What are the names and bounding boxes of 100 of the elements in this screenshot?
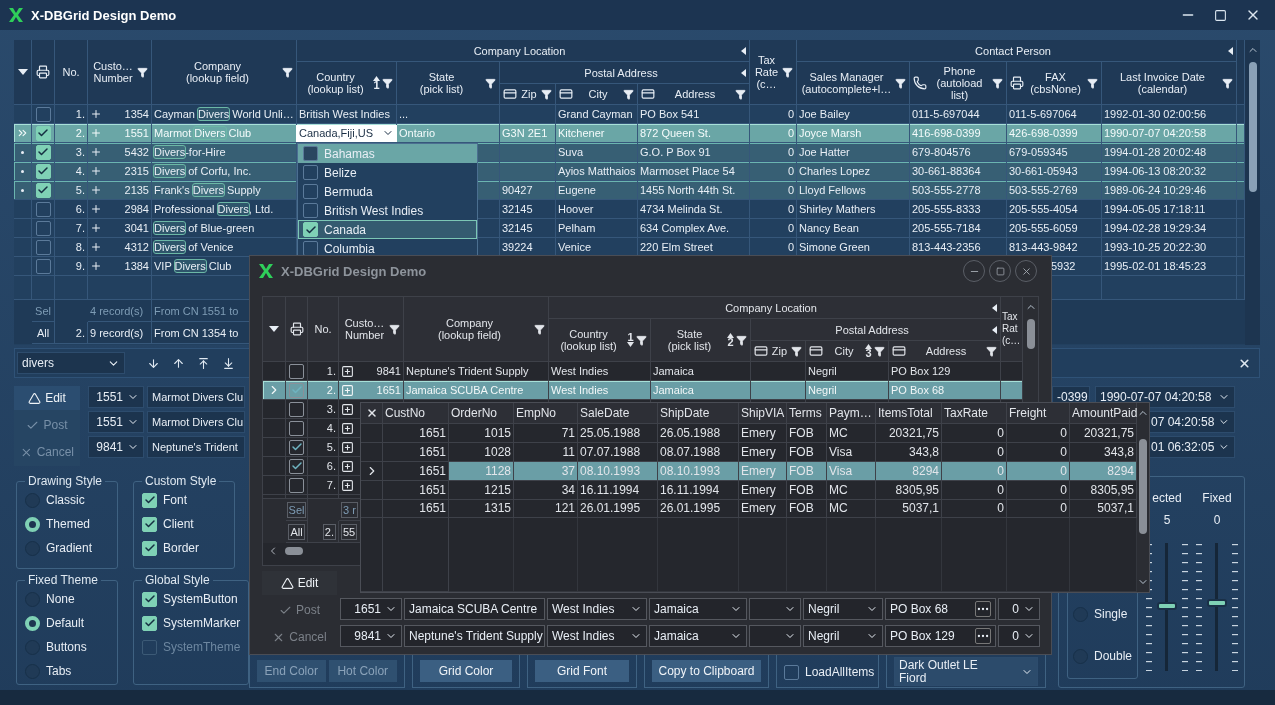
table-cell: 1994-06-13 08:20:32 [1104,165,1207,177]
table-cell: 0 [787,241,794,253]
footer-cell: 55 [341,523,358,540]
table-cell: 16.11.1994 [660,482,720,497]
table-cell: Frank's Divers Supply [154,184,261,196]
footer-label: All [36,326,50,339]
item-label: Belize [324,165,357,180]
table-cell: 0 [787,127,794,139]
table-cell: 8305,95 [895,482,939,497]
table-cell: 1354 [124,108,149,120]
option-label: Client [163,517,194,531]
table-cell: 3041 [124,222,149,234]
table-cell: 1993-10-25 20:22:30 [1104,241,1207,253]
table-cell: 08.10.1993 [660,463,721,478]
table-cell: 32145 [502,222,533,234]
table-cell: Professional Divers, Ltd. [154,203,274,215]
table-cell: 0 [787,203,794,215]
group-title: Global Style [144,573,211,587]
table-cell: 0 [997,463,1004,478]
table-cell: Divers-for-Hire [154,146,226,158]
footer-label: All [288,523,305,540]
option-label: Buttons [46,640,87,654]
table-cell: 0 [997,501,1004,516]
table-cell: 343,8 [1103,444,1134,459]
table-cell: MC [829,425,848,440]
table-cell: 39224 [502,241,533,253]
group-title: Custom Style [144,474,218,488]
table-cell: 1. [75,108,85,120]
table-cell: Divers of Corfu, Inc. [154,165,252,177]
option-label: Double [1094,649,1133,663]
item-label: Canada [324,222,367,237]
table-cell: 0 [1060,444,1067,459]
table-cell: 205-555-6059 [1009,222,1078,234]
table-cell: MC [829,501,848,516]
table-cell: MC [829,482,848,497]
table-cell: FOB [789,425,814,440]
table-cell: 416-698-0399 [912,127,981,139]
table-cell: 205-555-7184 [912,222,981,234]
option-label: Font [163,493,187,507]
table-cell: Divers of Blue-green [154,222,255,234]
table-cell: Pelham [558,222,596,234]
table-cell: 1995-02-01 18:45:23 [1104,260,1207,272]
table-cell: Nancy Bean [799,222,859,234]
column-group-label: Contact Person [974,44,1052,57]
table-cell: FOB [789,444,814,459]
table-cell: 1315 [484,501,511,516]
table-cell: 4734 Melinda St. [640,203,723,215]
table-cell: 1651 [419,425,446,440]
footer-cell: From CN 1551 to [154,304,239,317]
footer-cell: 2. [322,523,336,540]
table-cell: Ayios Matthaios [558,165,636,177]
table-cell: 813-443-2356 [912,241,981,253]
table-cell: 1651 [419,463,446,478]
table-cell: Ontario [399,127,436,139]
table-cell: 8. [75,241,85,253]
column-group-label: Company Location [472,44,567,57]
table-cell: 3. [326,403,336,415]
table-cell: 343,8 [908,444,939,459]
table-cell: 2315 [124,165,149,177]
table-cell: 9841 [376,365,401,377]
option-label: SystemMarker [163,616,241,630]
table-cell: 26.01.1995 [580,501,641,516]
table-cell: 1015 [484,425,511,440]
table-cell: 0 [787,222,794,234]
table-cell: 08.07.1988 [660,444,721,459]
table-cell: 1651 [419,444,446,459]
column-group-label: Company Location [724,301,818,314]
table-cell: 1990-07-07 04:20:58 [1104,127,1207,139]
table-cell: Visa [829,463,853,478]
table-cell: Kitchener [558,127,605,139]
table-cell: Emery [741,444,776,459]
column-group-label: Postal Address [583,66,659,79]
table-cell: 6. [326,460,336,472]
table-cell: 32145 [502,203,533,215]
table-cell: 26.05.1988 [660,425,721,440]
table-cell: 121 [554,501,575,516]
table-cell: Suva [558,146,584,158]
table-cell: 205-555-4054 [1009,203,1078,215]
table-cell: 0 [997,482,1004,497]
option-label: SystemButton [163,592,238,606]
footer-cell: 3 r [341,501,358,518]
option-label: Default [46,616,85,630]
table-cell: 2984 [124,203,149,215]
table-cell: Marmoset Place 54 [640,165,735,177]
table-cell: 07.07.1988 [580,444,641,459]
table-cell: 9. [75,260,85,272]
table-cell: 2135 [124,184,149,196]
table-cell: Shirley Mathers [799,203,876,215]
table-cell: Jamaica SCUBA Centre [406,384,524,396]
table-cell: FOB [789,482,814,497]
table-cell: 7. [326,479,336,491]
group-title: Drawing Style [27,474,104,488]
table-cell: 011-5-697044 [912,108,980,120]
table-cell: 0 [1060,463,1067,478]
table-cell: 2. [75,127,85,139]
table-cell: 0 [787,165,794,177]
table-cell: Neptune's Trident Supply [406,365,529,377]
option-label: Border [163,541,200,555]
table-cell: 0 [1060,501,1067,516]
table-cell: Emery [741,425,776,440]
